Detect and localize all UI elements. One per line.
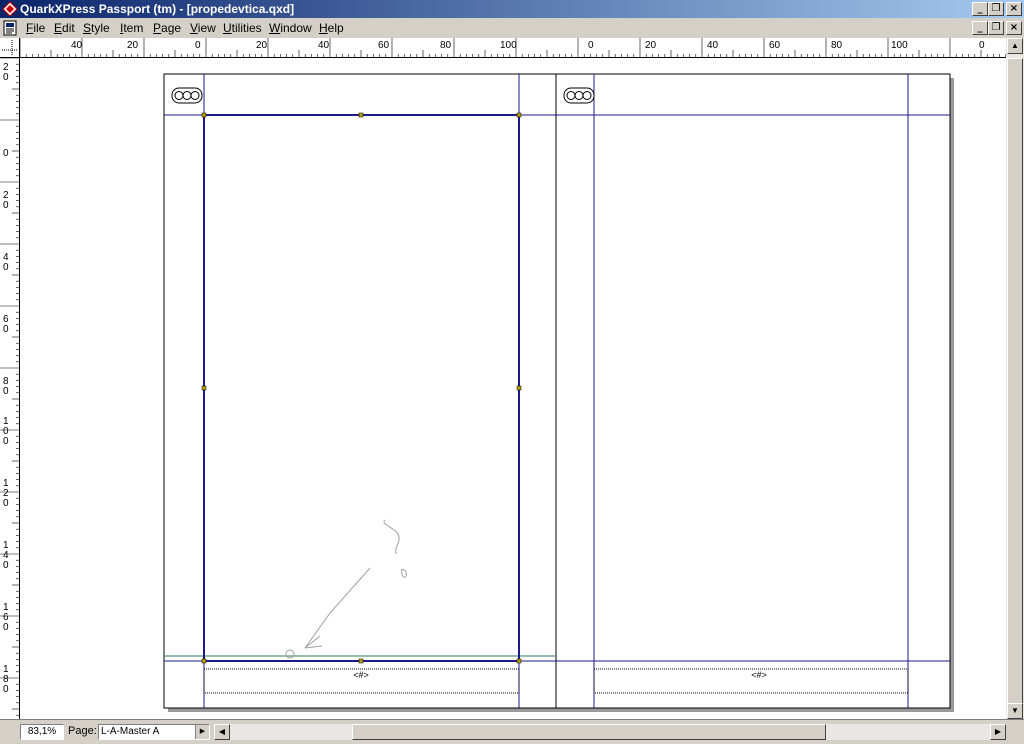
menu-view[interactable]: View — [190, 21, 216, 35]
page-label: Page: — [68, 725, 97, 737]
v-ruler-label: 0 — [3, 148, 9, 159]
doc-restore-button[interactable]: ❐ — [988, 21, 1004, 35]
h-ruler-label: 100 — [891, 40, 908, 51]
horizontal-ruler[interactable]: 40 20 0 20 40 60 80 100 0 20 40 60 80 10… — [20, 38, 1006, 58]
h-ruler-label: 20 — [645, 40, 657, 51]
master-spread: <#> <#> — [163, 73, 954, 712]
v-ruler-label: 160 — [3, 602, 9, 633]
page-select[interactable]: L-A-Master A ▶ — [98, 724, 210, 740]
menu-utilities[interactable]: Utilities — [223, 21, 262, 35]
link-chain-icon[interactable] — [171, 87, 203, 104]
left-page[interactable] — [163, 73, 557, 709]
menu-bar: File Edit Style Item Page View Utilities… — [0, 18, 1024, 38]
vertical-scrollbar[interactable]: ▲ ▼ — [1006, 38, 1024, 719]
scroll-up-button[interactable]: ▲ — [1007, 38, 1023, 54]
h-ruler-label: 0 — [588, 40, 594, 51]
menu-item[interactable]: Item — [120, 21, 143, 35]
h-ruler-label: 60 — [769, 40, 781, 51]
h-ruler-label: 0 — [979, 40, 985, 51]
right-page[interactable] — [555, 73, 951, 709]
page-select-value: L-A-Master A — [101, 726, 160, 737]
v-ruler-label: 20 — [3, 62, 9, 83]
dropdown-arrow-icon[interactable]: ▶ — [195, 725, 209, 739]
scroll-left-button[interactable]: ◀ — [214, 724, 230, 740]
vertical-scroll-thumb[interactable] — [1007, 58, 1023, 718]
zoom-field[interactable]: 83,1% — [20, 724, 64, 740]
menu-page[interactable]: Page — [153, 21, 181, 35]
link-chain-icon[interactable] — [563, 87, 595, 104]
horizontal-ruler-scale: 40 20 0 20 40 60 80 100 0 20 40 60 80 10… — [20, 38, 1006, 57]
close-button[interactable]: × — [1006, 2, 1022, 16]
v-ruler-label: 120 — [3, 478, 9, 509]
menu-window[interactable]: Window — [269, 21, 312, 35]
right-page-number-marker: <#> — [751, 670, 767, 680]
h-ruler-label: 0 — [195, 40, 201, 51]
menu-style[interactable]: Style — [83, 21, 110, 35]
h-ruler-label: 40 — [318, 40, 330, 51]
ruler-origin-icon — [2, 40, 18, 56]
vertical-ruler[interactable]: 20 0 20 40 60 80 100 120 140 160 180 — [0, 58, 20, 719]
status-bar: 83,1% Page: L-A-Master A ▶ ◀ ▶ — [0, 719, 1024, 744]
quark-app-icon[interactable] — [3, 2, 17, 16]
menu-help[interactable]: Help — [319, 21, 344, 35]
window-title: QuarkXPress Passport (tm) - [propedevtic… — [20, 2, 295, 16]
v-ruler-label: 20 — [3, 190, 9, 211]
app-window-controls: _ ❐ × — [972, 2, 1022, 16]
document-icon[interactable] — [3, 20, 17, 36]
h-ruler-label: 40 — [707, 40, 719, 51]
title-bar: QuarkXPress Passport (tm) - [propedevtic… — [0, 0, 1024, 18]
h-ruler-label: 20 — [256, 40, 268, 51]
horizontal-scroll-thumb[interactable] — [352, 724, 826, 740]
left-page-number-marker: <#> — [353, 670, 369, 680]
h-ruler-label: 80 — [831, 40, 843, 51]
v-ruler-label: 80 — [3, 376, 9, 397]
scroll-down-button[interactable]: ▼ — [1007, 703, 1023, 719]
v-ruler-label: 40 — [3, 252, 9, 273]
v-ruler-label: 180 — [3, 664, 9, 695]
menu-file[interactable]: File — [26, 21, 45, 35]
v-ruler-label: 100 — [3, 416, 9, 447]
document-canvas[interactable]: <#> <#> — [20, 58, 1006, 719]
h-ruler-label: 40 — [71, 40, 83, 51]
doc-minimize-button[interactable]: _ — [972, 21, 988, 35]
minimize-button[interactable]: _ — [972, 2, 988, 16]
doc-close-button[interactable]: × — [1006, 21, 1022, 35]
scroll-right-button[interactable]: ▶ — [990, 724, 1006, 740]
ruler-origin[interactable] — [0, 38, 20, 58]
v-ruler-label: 140 — [3, 540, 9, 571]
vertical-ruler-scale: 20 0 20 40 60 80 100 120 140 160 180 — [0, 58, 19, 716]
v-ruler-label: 60 — [3, 314, 9, 335]
h-ruler-label: 100 — [500, 40, 517, 51]
h-ruler-label: 20 — [127, 40, 139, 51]
h-ruler-label: 80 — [440, 40, 452, 51]
horizontal-scrollbar[interactable]: ◀ ▶ — [214, 724, 1006, 740]
menu-edit[interactable]: Edit — [54, 21, 75, 35]
restore-button[interactable]: ❐ — [988, 2, 1004, 16]
h-ruler-label: 60 — [378, 40, 390, 51]
document-window-controls: _ ❐ × — [972, 21, 1022, 35]
